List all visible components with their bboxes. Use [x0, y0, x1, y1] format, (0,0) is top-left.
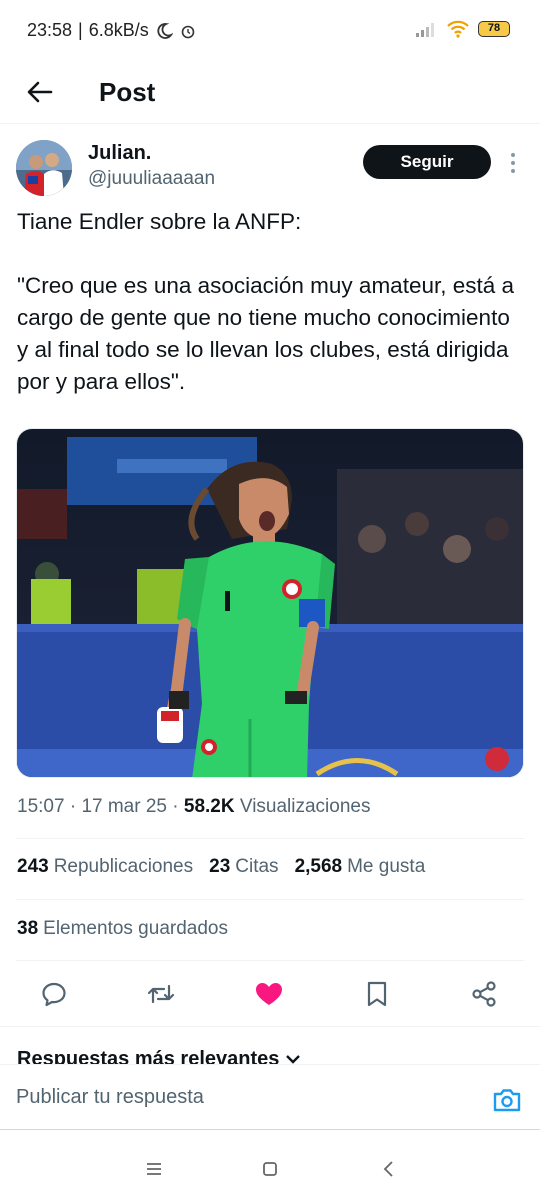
camera-icon — [493, 1089, 521, 1112]
post-stats: 243 Republicaciones 23 Citas 2,568 Me gusta — [17, 856, 425, 878]
alarm-icon — [181, 25, 195, 38]
player-photo — [17, 429, 523, 777]
status-right: 78 — [416, 20, 510, 38]
tweet-photo[interactable] — [16, 428, 524, 778]
camera-button[interactable] — [490, 1085, 524, 1115]
home-button[interactable] — [255, 1156, 285, 1182]
network-speed: 6.8kB/s — [88, 20, 149, 40]
action-bar — [0, 970, 540, 1020]
system-nav-bar — [0, 1140, 540, 1200]
heart-icon — [256, 983, 282, 1005]
quotes-stat[interactable]: 23 Citas — [209, 856, 278, 878]
top-bar: Post — [0, 62, 540, 124]
bookmark-button[interactable] — [361, 978, 393, 1010]
bookmarks-stat[interactable]: 38 Elementos guardados — [17, 918, 228, 940]
back-icon — [383, 1161, 393, 1177]
battery-indicator: 78 — [478, 21, 510, 37]
tweet-text: Tiane Endler sobre la ANFP: "Creo que es… — [17, 206, 523, 398]
status-bar: 23:58 | 6.8kB/s 78 — [0, 0, 540, 62]
back-button[interactable] — [22, 74, 58, 110]
avatar-image — [16, 140, 72, 196]
reply-icon — [42, 982, 66, 1007]
system-back-button[interactable] — [374, 1156, 404, 1182]
views-label: Visualizaciones — [239, 796, 371, 817]
reply-input[interactable] — [16, 1081, 456, 1113]
back-arrow-icon — [27, 81, 53, 103]
reply-composer — [0, 1064, 540, 1130]
status-time: 23:58 — [27, 20, 73, 40]
divider — [16, 899, 524, 900]
menu-icon — [147, 1163, 161, 1175]
reposts-stat[interactable]: 243 Republicaciones — [17, 856, 193, 878]
author-name[interactable]: Julian. — [88, 142, 151, 165]
signal-icon — [416, 23, 434, 37]
divider — [0, 1026, 540, 1027]
more-options-button[interactable] — [506, 150, 520, 176]
author-handle[interactable]: @juuuliaaaaan — [88, 168, 215, 190]
tweet-line: Tiane Endler sobre la ANFP: — [17, 209, 302, 234]
divider — [16, 960, 524, 961]
repost-icon — [147, 984, 175, 1004]
repost-button[interactable] — [145, 978, 177, 1010]
views-count: 58.2K — [183, 796, 235, 817]
avatar[interactable] — [16, 140, 72, 196]
more-vertical-icon — [511, 153, 515, 173]
likes-stat[interactable]: 2,568 Me gusta — [295, 856, 426, 878]
recents-button[interactable] — [139, 1156, 169, 1182]
status-left: 23:58 | 6.8kB/s — [27, 20, 197, 41]
post-date: 17 mar 25 — [81, 796, 167, 817]
bookmark-icon — [367, 981, 387, 1007]
share-icon — [472, 981, 496, 1007]
wifi-icon — [447, 20, 469, 38]
follow-button[interactable]: Seguir — [363, 145, 491, 179]
divider — [16, 838, 524, 839]
home-icon — [263, 1162, 277, 1176]
reply-button[interactable] — [38, 978, 70, 1010]
tweet-quote: "Creo que es una asociación muy amateur,… — [17, 273, 515, 394]
page-title: Post — [99, 77, 156, 107]
moon-icon — [157, 22, 173, 39]
like-button[interactable] — [253, 978, 285, 1010]
post-meta: 15:07 · 17 mar 25 · 58.2K Visualizacione… — [17, 796, 371, 817]
post-time: 15:07 — [17, 796, 65, 817]
share-button[interactable] — [468, 978, 500, 1010]
author-row: Julian. @juuuliaaaaan Seguir — [16, 138, 524, 202]
